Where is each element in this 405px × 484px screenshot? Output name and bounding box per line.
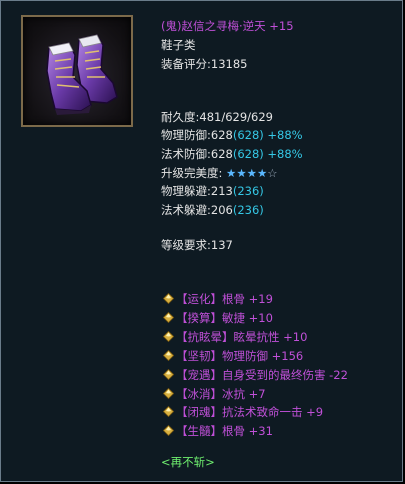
gem-icon bbox=[163, 368, 174, 380]
gem-slot-row: 【宠遇】自身受到的最终伤害 -22 bbox=[163, 367, 348, 383]
magic-defense: 法术防御:628(628) +88% bbox=[161, 146, 303, 162]
gem-icon bbox=[163, 387, 174, 399]
gem-icon bbox=[163, 330, 174, 342]
purple-boots-icon bbox=[46, 34, 118, 115]
equipment-score: 装备评分:13185 bbox=[161, 56, 247, 72]
item-tooltip: (鬼)赵信之寻梅·逆天 +15 鞋子类 装备评分:13185 耐久度:481/6… bbox=[0, 0, 403, 482]
gem-tag: 【抗眩晕】 bbox=[176, 329, 234, 344]
gem-icon bbox=[163, 349, 174, 361]
physical-dodge: 物理躲避:213(236) bbox=[161, 183, 264, 199]
magic-dodge-bonus: (236) bbox=[232, 203, 264, 217]
gem-slot-row: 【运化】根骨 +19 bbox=[163, 291, 273, 307]
gem-tag: 【运化】 bbox=[176, 292, 222, 306]
level-requirement: 等级要求:137 bbox=[161, 238, 233, 252]
gem-tag: 【揆算】 bbox=[176, 310, 222, 325]
gem-stat: 眩晕抗性 +10 bbox=[233, 329, 308, 344]
magic-defense-bonus: (628) +88% bbox=[232, 147, 303, 161]
gem-slot-row: 【抗眩晕】眩晕抗性 +10 bbox=[163, 329, 307, 345]
gem-stat: 物理防御 +156 bbox=[222, 348, 304, 363]
physical-defense: 物理防御:628(628) +88% bbox=[161, 127, 303, 143]
gem-stat: 抗法术致命一击 +9 bbox=[222, 405, 324, 420]
gem-icon bbox=[163, 293, 174, 304]
gem-stat: 根骨 +31 bbox=[222, 424, 273, 439]
gem-tag: 【宠遇】 bbox=[176, 367, 222, 382]
enhance-level: +15 bbox=[269, 19, 294, 33]
gem-slot-row: 【生髓】根骨 +31 bbox=[163, 423, 273, 439]
gem-stat: 敏捷 +10 bbox=[222, 310, 273, 325]
gem-tag: 【生髓】 bbox=[176, 424, 222, 439]
gem-tag: 【坚韧】 bbox=[176, 348, 222, 363]
upgrade-perfection: 升级完美度: ★★★★☆ bbox=[161, 165, 278, 181]
gem-tag: 【闭魂】 bbox=[176, 405, 222, 420]
gem-stat: 根骨 +19 bbox=[222, 292, 273, 306]
score-label: 装备评分: bbox=[161, 57, 211, 71]
magic-dodge: 法术躲避:206(236) bbox=[161, 202, 264, 218]
empty-star: ☆ bbox=[267, 166, 278, 180]
gem-slot-row: 【坚韧】物理防御 +156 bbox=[163, 348, 303, 364]
gem-stat: 自身受到的最终伤害 -22 bbox=[222, 367, 348, 382]
physical-defense-label: 物理防御:628 bbox=[161, 128, 233, 142]
item-title: (鬼)赵信之寻梅·逆天 bbox=[161, 19, 266, 33]
item-title-line: (鬼)赵信之寻梅·逆天 +15 bbox=[161, 18, 294, 34]
physical-dodge-label: 物理躲避:213 bbox=[161, 184, 233, 198]
score-value: 13185 bbox=[210, 57, 248, 71]
item-icon-frame bbox=[21, 15, 133, 127]
magic-dodge-label: 法术躲避:206 bbox=[161, 203, 233, 217]
magic-defense-label: 法术防御:628 bbox=[161, 147, 233, 161]
upgrade-label: 升级完美度: bbox=[161, 166, 223, 180]
durability: 耐久度:481/629/629 bbox=[161, 110, 273, 124]
physical-dodge-bonus: (236) bbox=[232, 184, 264, 198]
gem-slot-row: 【揆算】敏捷 +10 bbox=[163, 310, 273, 326]
gem-icon bbox=[163, 406, 174, 418]
gem-icon bbox=[163, 425, 174, 437]
gem-icon bbox=[163, 311, 174, 323]
item-type: 鞋子类 bbox=[161, 38, 196, 52]
physical-defense-bonus: (628) +88% bbox=[232, 128, 303, 142]
gem-tag: 【冰消】 bbox=[176, 386, 222, 401]
gem-stat: 冰抗 +7 bbox=[222, 386, 266, 401]
filled-stars: ★★★★ bbox=[226, 166, 268, 180]
gem-slot-row: 【冰消】冰抗 +7 bbox=[163, 386, 266, 402]
gem-slot-row: 【闭魂】抗法术致命一击 +9 bbox=[163, 404, 323, 420]
set-name: <再不斩> bbox=[161, 455, 215, 469]
upgrade-stars: ★★★★☆ bbox=[226, 166, 278, 180]
